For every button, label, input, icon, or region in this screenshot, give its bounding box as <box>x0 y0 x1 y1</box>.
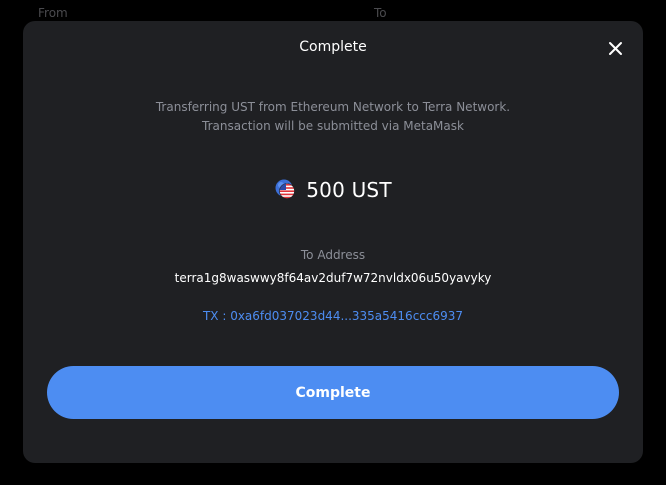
transfer-info: Transferring UST from Ethereum Network t… <box>23 98 643 136</box>
amount-value: 500 UST <box>306 178 392 202</box>
to-label: To <box>374 6 387 20</box>
tx-hash-link[interactable]: TX : 0xa6fd037023d44...335a5416ccc6937 <box>23 309 643 323</box>
to-address-label: To Address <box>300 248 366 262</box>
ust-coin-icon <box>274 179 296 201</box>
to-address-value: terra1g8waswwy8f64av2duf7w72nvldx06u50ya… <box>174 271 492 285</box>
background-labels: From To <box>0 0 666 20</box>
complete-button[interactable]: Complete <box>47 366 619 419</box>
complete-modal: Complete Transferring UST from Ethereum … <box>23 21 643 463</box>
from-label: From <box>38 6 68 20</box>
info-line-1: Transferring UST from Ethereum Network t… <box>155 100 511 114</box>
close-icon[interactable] <box>607 40 624 57</box>
amount-row: 500 UST <box>23 176 643 204</box>
modal-title: Complete <box>299 39 367 55</box>
info-line-2: Transaction will be submitted via MetaMa… <box>202 119 464 133</box>
